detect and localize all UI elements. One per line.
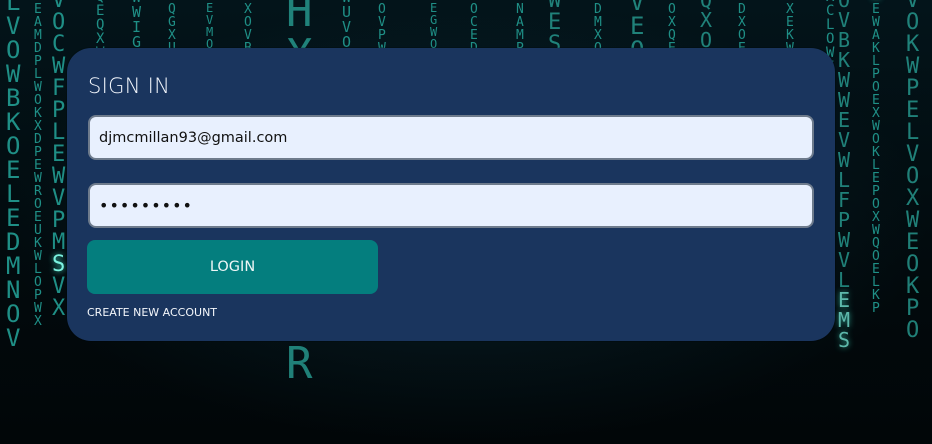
matrix-column: VOKWPELVOXWEOKPO — [906, 0, 920, 343]
login-button[interactable]: LOGIN — [87, 240, 378, 294]
matrix-column: WEAMDPLWOKXDPEWROEUKWLOPWX — [34, 0, 42, 329]
create-account-link[interactable]: CREATE NEW ACCOUNT — [87, 306, 217, 319]
email-input[interactable] — [88, 115, 814, 160]
matrix-column: MEWAKLPOEXWOKLEPOXWQOELKP — [872, 0, 880, 316]
matrix-column: VOCWFPLEWVPMSVX — [52, 0, 66, 321]
password-input[interactable] — [88, 183, 814, 228]
sign-in-title: SIGN IN — [88, 74, 171, 98]
matrix-column: OVBKWWEVWLFPWVLEMS — [838, 0, 851, 352]
matrix-column: LVOWBKOELEDMNOV — [6, 0, 21, 352]
sign-in-card: SIGN IN LOGIN CREATE NEW ACCOUNT — [67, 48, 835, 341]
login-screen: LVOWBKOELEDMNOV WEAMDPLWOKXDPEWROEUKWLOP… — [0, 0, 932, 444]
